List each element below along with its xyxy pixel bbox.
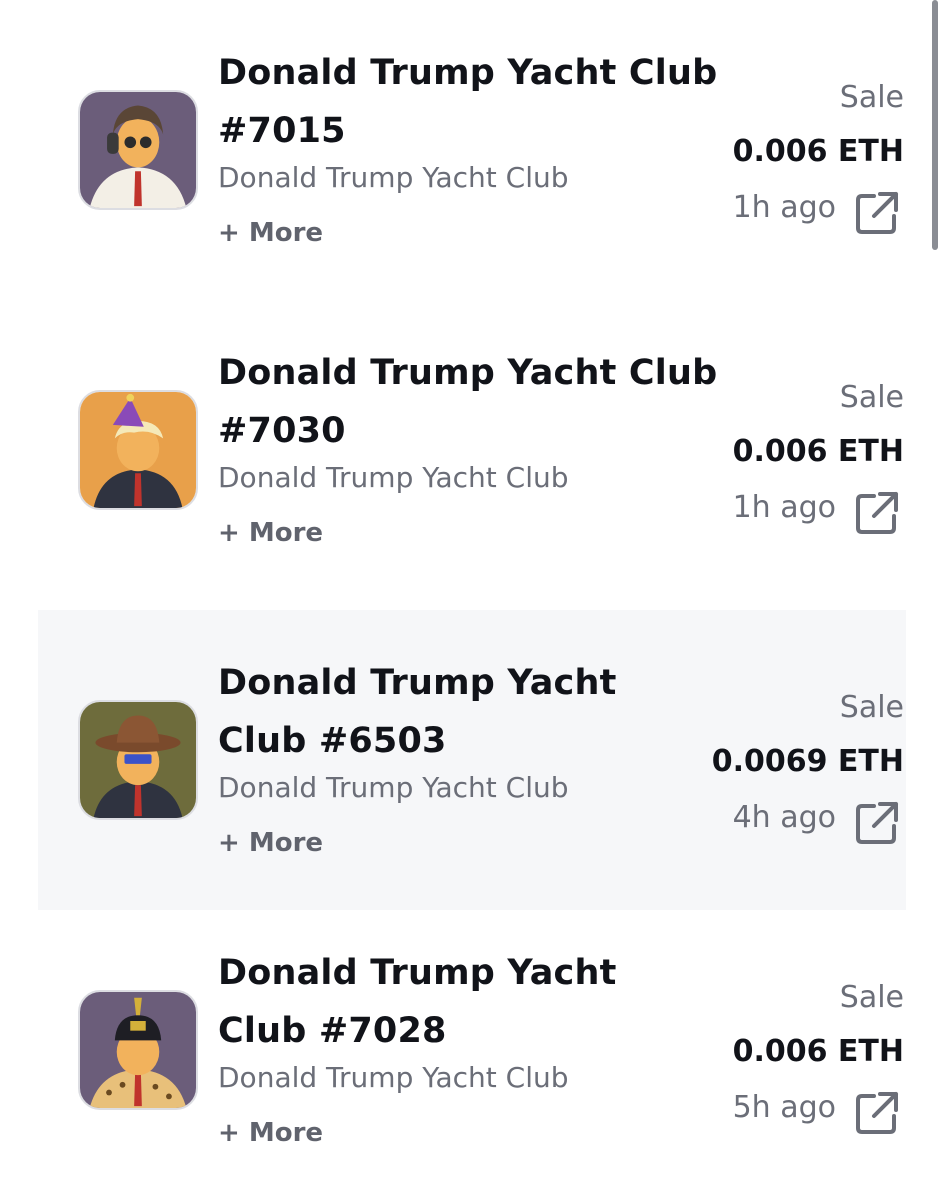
- sale-details: Sale 0.006 ETH 1h ago: [644, 300, 904, 600]
- sale-details: Sale 0.006 ETH 5h ago: [644, 900, 904, 1200]
- sale-time: 4h ago: [732, 800, 836, 835]
- nft-avatar-image: [80, 992, 196, 1108]
- nft-title[interactable]: Donald Trump Yacht Club #7028: [218, 944, 658, 1060]
- sale-row[interactable]: Donald Trump Yacht Club #7015 Donald Tru…: [38, 0, 906, 300]
- sale-price: 0.0069 ETH: [711, 744, 904, 779]
- nft-thumbnail[interactable]: [78, 90, 198, 210]
- external-link-icon[interactable]: [854, 800, 900, 846]
- nft-thumbnail[interactable]: [78, 390, 198, 510]
- collection-name[interactable]: Donald Trump Yacht Club: [218, 460, 569, 496]
- more-button[interactable]: + More: [218, 826, 323, 860]
- nft-avatar-image: [80, 702, 196, 818]
- collection-name[interactable]: Donald Trump Yacht Club: [218, 1060, 569, 1096]
- nft-title[interactable]: Donald Trump Yacht Club #6503: [218, 654, 658, 770]
- sale-price: 0.006 ETH: [732, 1034, 904, 1069]
- sale-time: 1h ago: [732, 190, 836, 225]
- external-link-icon[interactable]: [854, 1090, 900, 1136]
- event-type-label: Sale: [839, 690, 904, 725]
- sale-time: 5h ago: [732, 1090, 836, 1125]
- external-link-icon[interactable]: [854, 190, 900, 236]
- sale-row[interactable]: Donald Trump Yacht Club #7030 Donald Tru…: [38, 300, 906, 600]
- more-button[interactable]: + More: [218, 216, 323, 250]
- collection-name[interactable]: Donald Trump Yacht Club: [218, 770, 569, 806]
- sale-row[interactable]: Donald Trump Yacht Club #7028 Donald Tru…: [38, 900, 906, 1200]
- sale-price: 0.006 ETH: [732, 434, 904, 469]
- more-button[interactable]: + More: [218, 516, 323, 550]
- nft-avatar-image: [80, 392, 196, 508]
- sale-details: Sale 0.0069 ETH 4h ago: [644, 610, 904, 910]
- nft-avatar-image: [80, 92, 196, 208]
- event-type-label: Sale: [839, 380, 904, 415]
- sale-row[interactable]: Donald Trump Yacht Club #6503 Donald Tru…: [38, 610, 906, 910]
- sale-price: 0.006 ETH: [732, 134, 904, 169]
- collection-name[interactable]: Donald Trump Yacht Club: [218, 160, 569, 196]
- event-type-label: Sale: [839, 80, 904, 115]
- scrollbar[interactable]: [932, 0, 938, 250]
- external-link-icon[interactable]: [854, 490, 900, 536]
- more-button[interactable]: + More: [218, 1116, 323, 1150]
- sale-details: Sale 0.006 ETH 1h ago: [644, 0, 904, 300]
- nft-thumbnail[interactable]: [78, 990, 198, 1110]
- nft-thumbnail[interactable]: [78, 700, 198, 820]
- event-type-label: Sale: [839, 980, 904, 1015]
- sale-time: 1h ago: [732, 490, 836, 525]
- sales-feed: Donald Trump Yacht Club #7015 Donald Tru…: [0, 0, 944, 1200]
